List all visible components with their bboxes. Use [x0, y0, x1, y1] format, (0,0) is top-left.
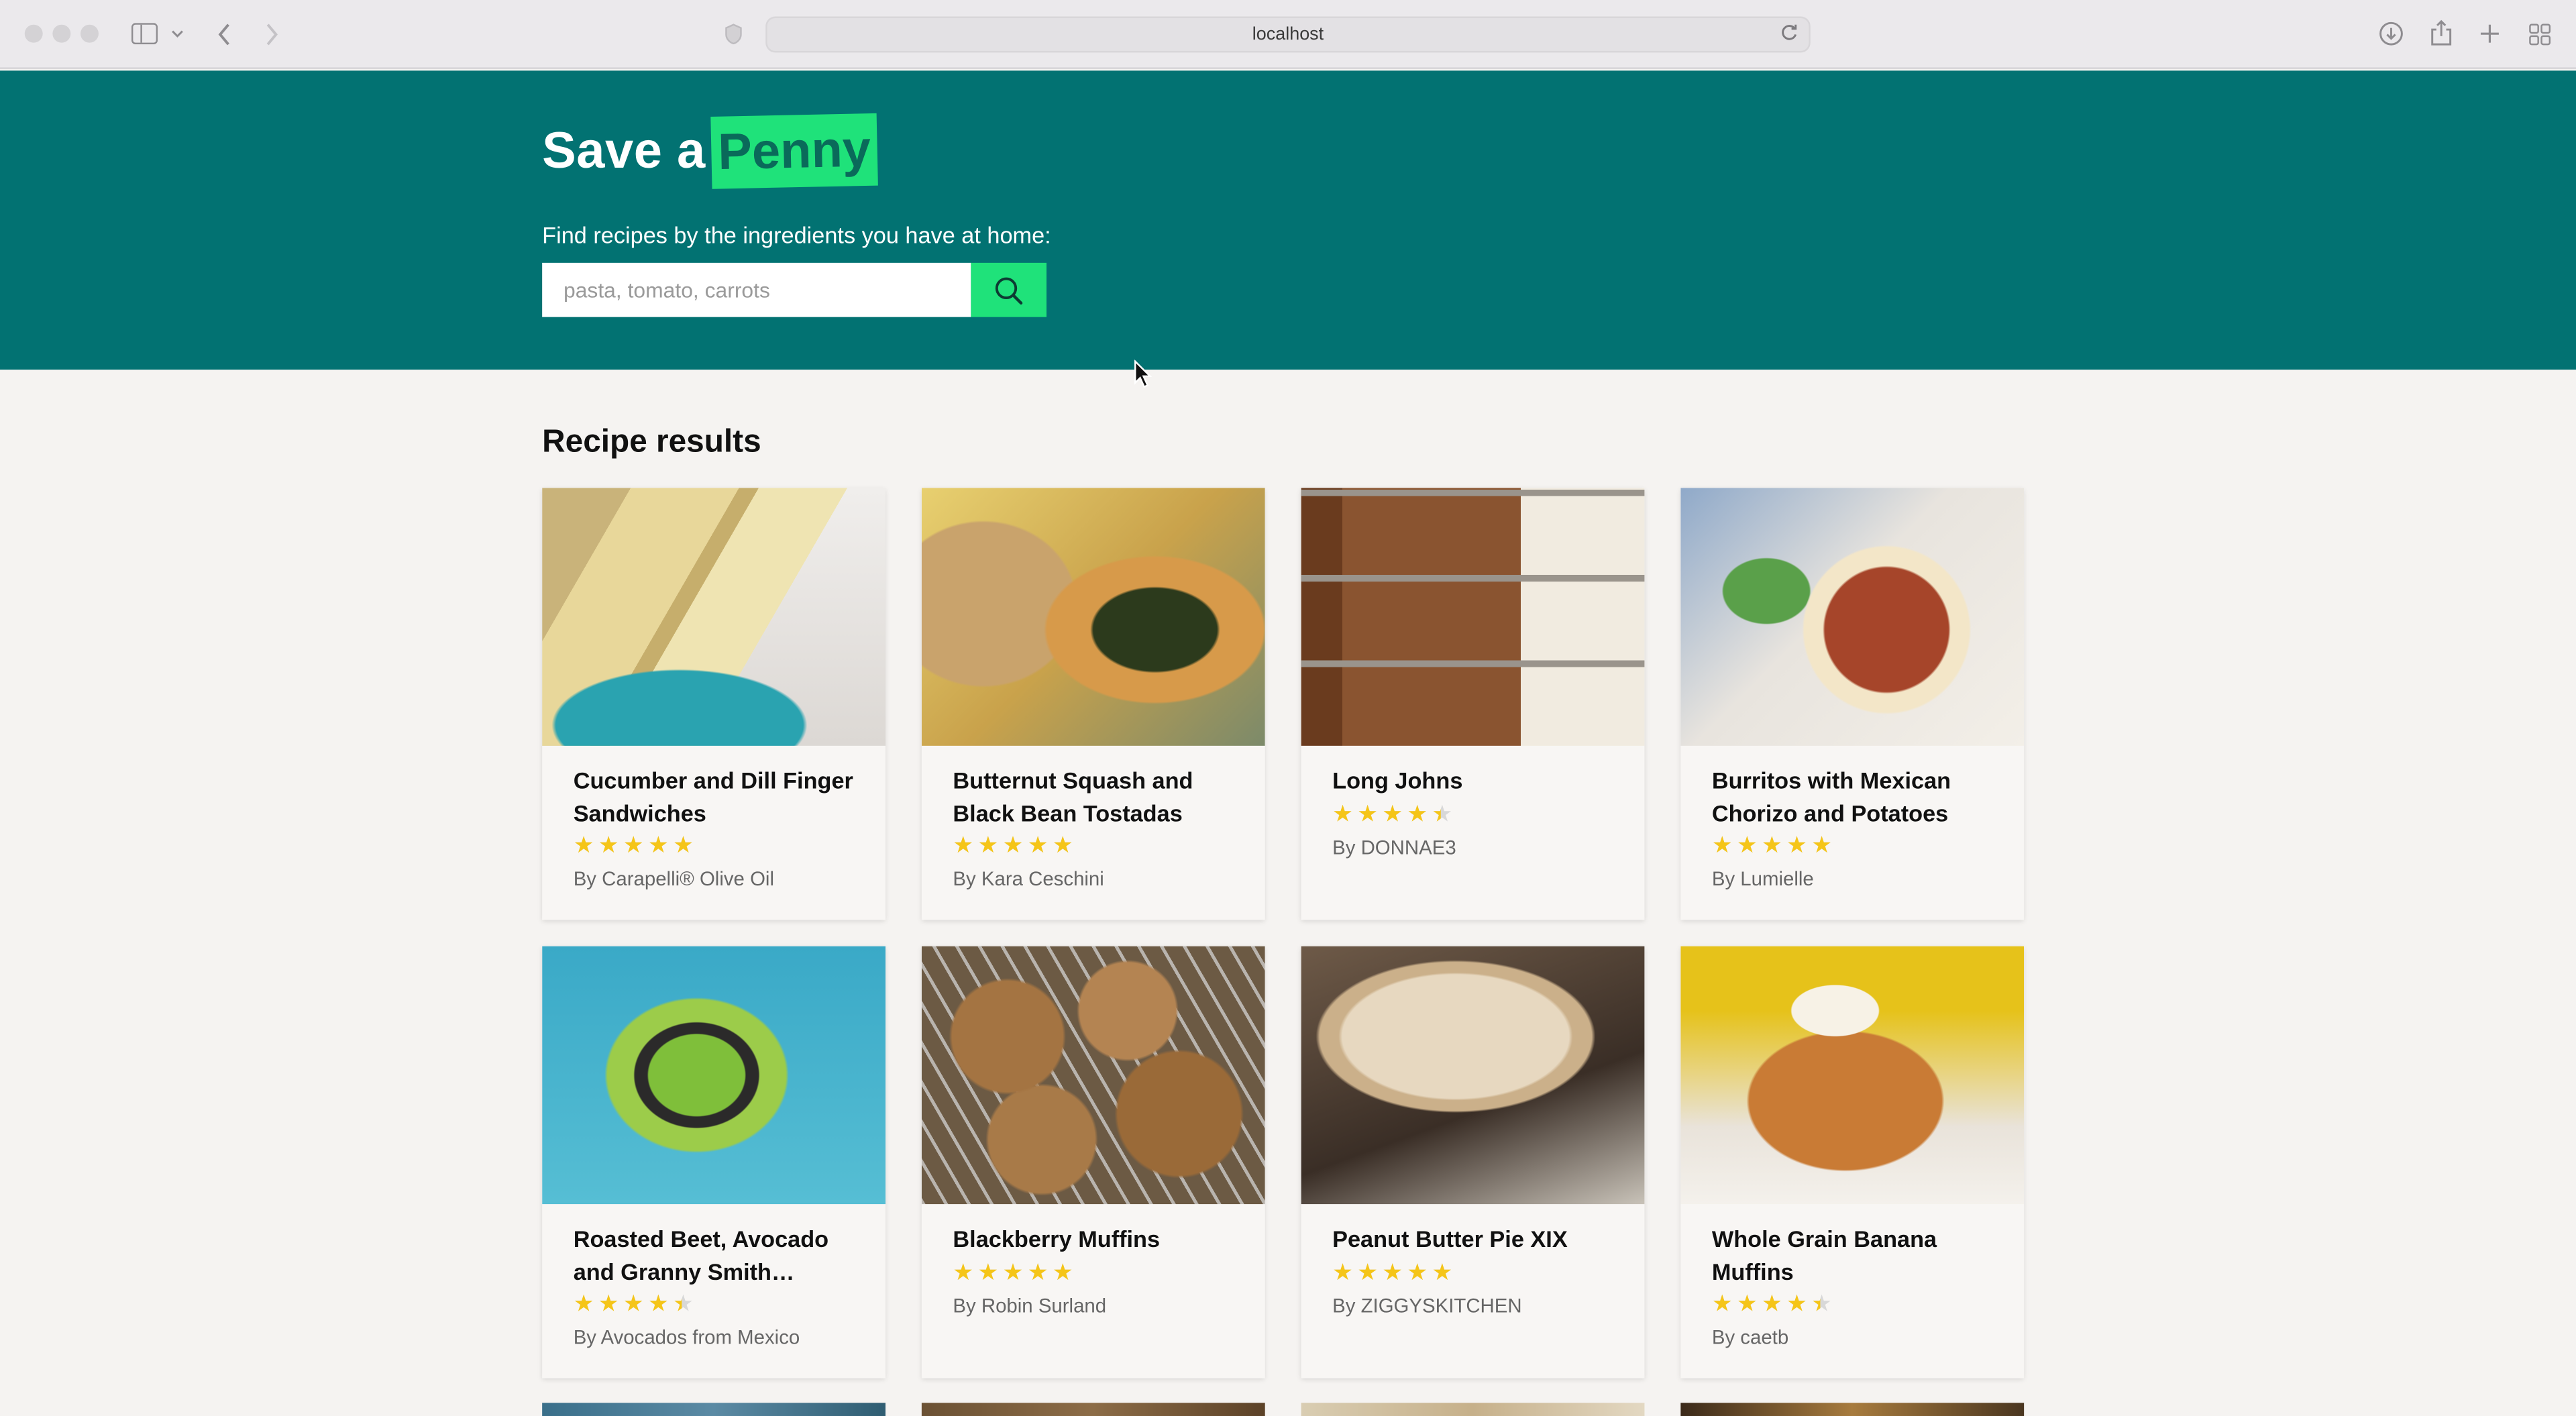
recipe-title[interactable]: Cucumber and Dill Finger Sandwiches	[574, 765, 855, 830]
recipe-author: By ZIGGYSKITCHEN	[1332, 1293, 1522, 1317]
address-bar[interactable]: localhost	[765, 16, 1811, 53]
star-rating: ★★★★★★★★★★	[573, 832, 698, 859]
star-rating: ★★★★★★★★★★	[1332, 1259, 1457, 1286]
minimize-window-button[interactable]	[52, 24, 71, 43]
recipe-author: By caetb	[1711, 1325, 1789, 1349]
recipe-author: By Avocados from Mexico	[573, 1325, 800, 1349]
recipe-card[interactable]: Blackberry Muffins ★★★★★ ★★★★★ By Robin S…	[921, 946, 1265, 1378]
star-rating: ★★★★★★★★★★	[573, 1291, 698, 1318]
star-rating: ★★★★★★★★★★	[1711, 1291, 1837, 1318]
url-text: localhost	[1252, 24, 1324, 45]
long-johns-photo[interactable]	[1301, 488, 1645, 746]
search-icon	[995, 276, 1023, 304]
recipe-photo-partial[interactable]	[542, 1403, 886, 1416]
recipe-card[interactable]: Roasted Beet, Avocado and Granny Smith A…	[542, 946, 886, 1378]
recipe-photo-partial[interactable]	[921, 1403, 1265, 1416]
shield-icon[interactable]	[724, 23, 743, 45]
recipe-title[interactable]: Whole Grain Banana Muffins	[1712, 1223, 1993, 1288]
burrito-photo[interactable]	[1680, 488, 2025, 746]
tostada-photo[interactable]	[921, 488, 1265, 746]
star-rating: ★★★★★★★★★★	[953, 1259, 1077, 1286]
search-prompt: Find recipes by the ingredients you have…	[542, 221, 1051, 248]
recipe-title[interactable]: Burritos with Mexican Chorizo and Potato…	[1712, 765, 1993, 830]
star-rating: ★★★★★★★★★★	[1332, 800, 1457, 828]
zoom-window-button[interactable]	[80, 24, 99, 43]
recipe-photo-partial[interactable]	[1680, 1403, 2025, 1416]
browser-toolbar: localhost	[0, 0, 2576, 69]
peanut-butter-pie-photo[interactable]	[1301, 946, 1645, 1205]
recipe-photo-partial[interactable]	[1301, 1403, 1645, 1416]
recipe-author: By Carapelli® Olive Oil	[573, 867, 775, 891]
share-icon[interactable]	[2430, 19, 2453, 46]
recipe-author: By Lumielle	[1711, 867, 1814, 891]
recipe-card[interactable]: Cucumber and Dill Finger Sandwiches ★★★★…	[542, 488, 886, 920]
recipe-title[interactable]: Peanut Butter Pie XIX	[1332, 1223, 1613, 1256]
download-icon[interactable]	[2379, 21, 2404, 46]
recipe-title[interactable]: Blackberry Muffins	[953, 1223, 1234, 1256]
close-window-button[interactable]	[24, 24, 43, 43]
chevron-down-icon[interactable]	[171, 30, 184, 40]
beet-avocado-stack-photo[interactable]	[542, 946, 886, 1205]
recipe-title[interactable]: Butternut Squash and Black Bean Tostadas	[953, 765, 1234, 830]
recipe-card[interactable]: Burritos with Mexican Chorizo and Potato…	[1680, 488, 2025, 920]
recipe-card[interactable]: Whole Grain Banana Muffins ★★★★★★★★★★ By…	[1680, 946, 2025, 1378]
hero-banner	[0, 70, 2576, 370]
recipe-author: By Robin Surland	[953, 1293, 1107, 1317]
back-arrow-icon[interactable]	[217, 23, 231, 46]
star-rating: ★★★★★★★★★★	[1711, 832, 1837, 859]
logo-prefix: Save a	[542, 121, 706, 179]
forward-arrow-icon[interactable]	[264, 23, 279, 46]
recipe-card[interactable]: Long Johns ★★★★★★★★★★ By DONNAE3	[1301, 488, 1645, 920]
ingredient-search-form	[542, 262, 1047, 317]
recipe-title[interactable]: Long Johns	[1332, 765, 1613, 798]
star-rating: ★★★★★★★★★★	[953, 832, 1077, 859]
mouse-cursor-icon	[1134, 360, 1152, 388]
recipe-card[interactable]: Butternut Squash and Black Bean Tostadas…	[921, 488, 1265, 920]
recipe-title[interactable]: Roasted Beet, Avocado and Granny Smith A…	[574, 1223, 855, 1288]
cucumber-sandwich-photo[interactable]	[542, 488, 886, 746]
recipe-grid: Cucumber and Dill Finger Sandwiches ★★★★…	[542, 488, 2025, 1378]
logo-highlight: Penny	[711, 113, 879, 189]
recipe-author: By DONNAE3	[1332, 835, 1456, 859]
ingredient-search-input[interactable]	[542, 262, 971, 317]
sidebar-toggle-icon[interactable]	[131, 23, 158, 45]
blackberry-muffins-photo[interactable]	[921, 946, 1265, 1205]
new-tab-icon[interactable]	[2479, 23, 2501, 44]
search-button[interactable]	[971, 262, 1047, 317]
site-logo[interactable]: Save a Penny	[542, 112, 879, 191]
results-heading: Recipe results	[542, 423, 761, 460]
tab-overview-icon[interactable]	[2528, 23, 2551, 46]
reload-icon[interactable]	[1779, 23, 1799, 42]
recipe-author: By Kara Ceschini	[953, 867, 1104, 891]
recipe-card[interactable]: Peanut Butter Pie XIX ★★★★★ ★★★★★ By ZIGG…	[1301, 946, 1645, 1378]
banana-muffin-photo[interactable]	[1680, 946, 2025, 1205]
